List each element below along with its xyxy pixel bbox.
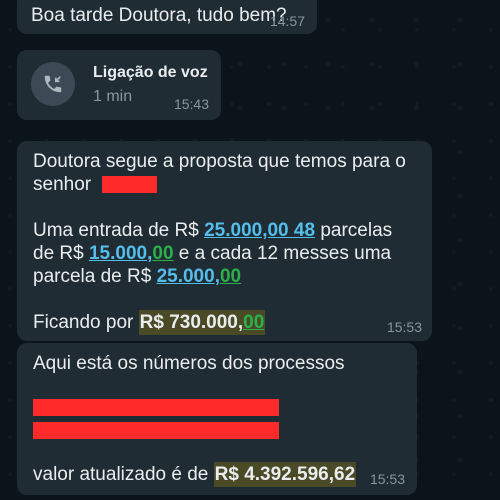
call-title: Ligação de voz xyxy=(93,64,208,81)
message-line: Aqui está os números dos processos xyxy=(33,352,345,375)
amount-link-cents[interactable]: 00 xyxy=(152,243,173,264)
message-text: Boa tarde Doutora, tudo bem? xyxy=(31,5,287,26)
call-bubble[interactable]: Ligação de voz 1 min 15:43 xyxy=(17,50,221,120)
call-duration: 1 min xyxy=(93,88,133,105)
highlighted-amount: R$ 4.392.596,62 xyxy=(213,462,357,487)
message-line: Uma entrada de R$ 25.000,00 48 parcelas xyxy=(33,219,392,242)
message-line: valor atualizado é de R$ 4.392.596,62 xyxy=(33,462,357,487)
amount-link-cents[interactable]: 00 xyxy=(220,266,241,287)
message-text: parcelas xyxy=(315,220,393,241)
amount-link[interactable]: 15.000, xyxy=(89,243,152,264)
redaction-block xyxy=(102,176,158,194)
message-bubble[interactable]: Boa tarde Doutora, tudo bem? 14:57 xyxy=(17,0,317,34)
message-text: Ficando por xyxy=(33,312,139,333)
message-line: parcela de R$ 25.000,00 xyxy=(33,265,241,288)
message-time: 14:57 xyxy=(269,13,305,29)
amount-text: R$ 730.000, xyxy=(139,312,244,333)
message-text: Aqui está os números dos processos xyxy=(33,353,345,374)
message-text: Doutora segue a proposta que temos para … xyxy=(33,151,406,172)
highlighted-amount: R$ 730.000,00 xyxy=(138,310,266,335)
message-text: parcela de R$ xyxy=(33,266,157,287)
message-time: 15:53 xyxy=(369,471,405,487)
message-text: e a cada 12 messes uma xyxy=(173,243,392,264)
message-line: Doutora segue a proposta que temos para … xyxy=(33,150,406,173)
message-bubble[interactable]: Doutora segue a proposta que temos para … xyxy=(17,141,432,341)
message-bubble[interactable]: Aqui está os números dos processos valor… xyxy=(17,343,417,495)
message-time: 15:53 xyxy=(386,319,422,335)
message-text: senhor xyxy=(33,174,92,195)
amount-text: R$ 4.392.596,62 xyxy=(214,464,356,485)
amount-link-cents[interactable]: 00 xyxy=(243,312,264,333)
message-text: de R$ xyxy=(33,243,89,264)
message-line: senhor xyxy=(33,173,158,196)
message-line: Ficando por R$ 730.000,00 xyxy=(33,310,266,335)
redaction-block xyxy=(33,399,279,416)
missed-call-icon xyxy=(31,62,75,106)
redaction-block xyxy=(33,422,279,439)
amount-link[interactable]: 25.000,00 48 xyxy=(204,220,315,241)
amount-link[interactable]: 25.000, xyxy=(157,266,220,287)
message-text: valor atualizado é de xyxy=(33,464,214,485)
message-time: 15:43 xyxy=(173,96,209,112)
message-text: Uma entrada de R$ xyxy=(33,220,205,241)
message-line: de R$ 15.000,00 e a cada 12 messes uma xyxy=(33,242,391,265)
